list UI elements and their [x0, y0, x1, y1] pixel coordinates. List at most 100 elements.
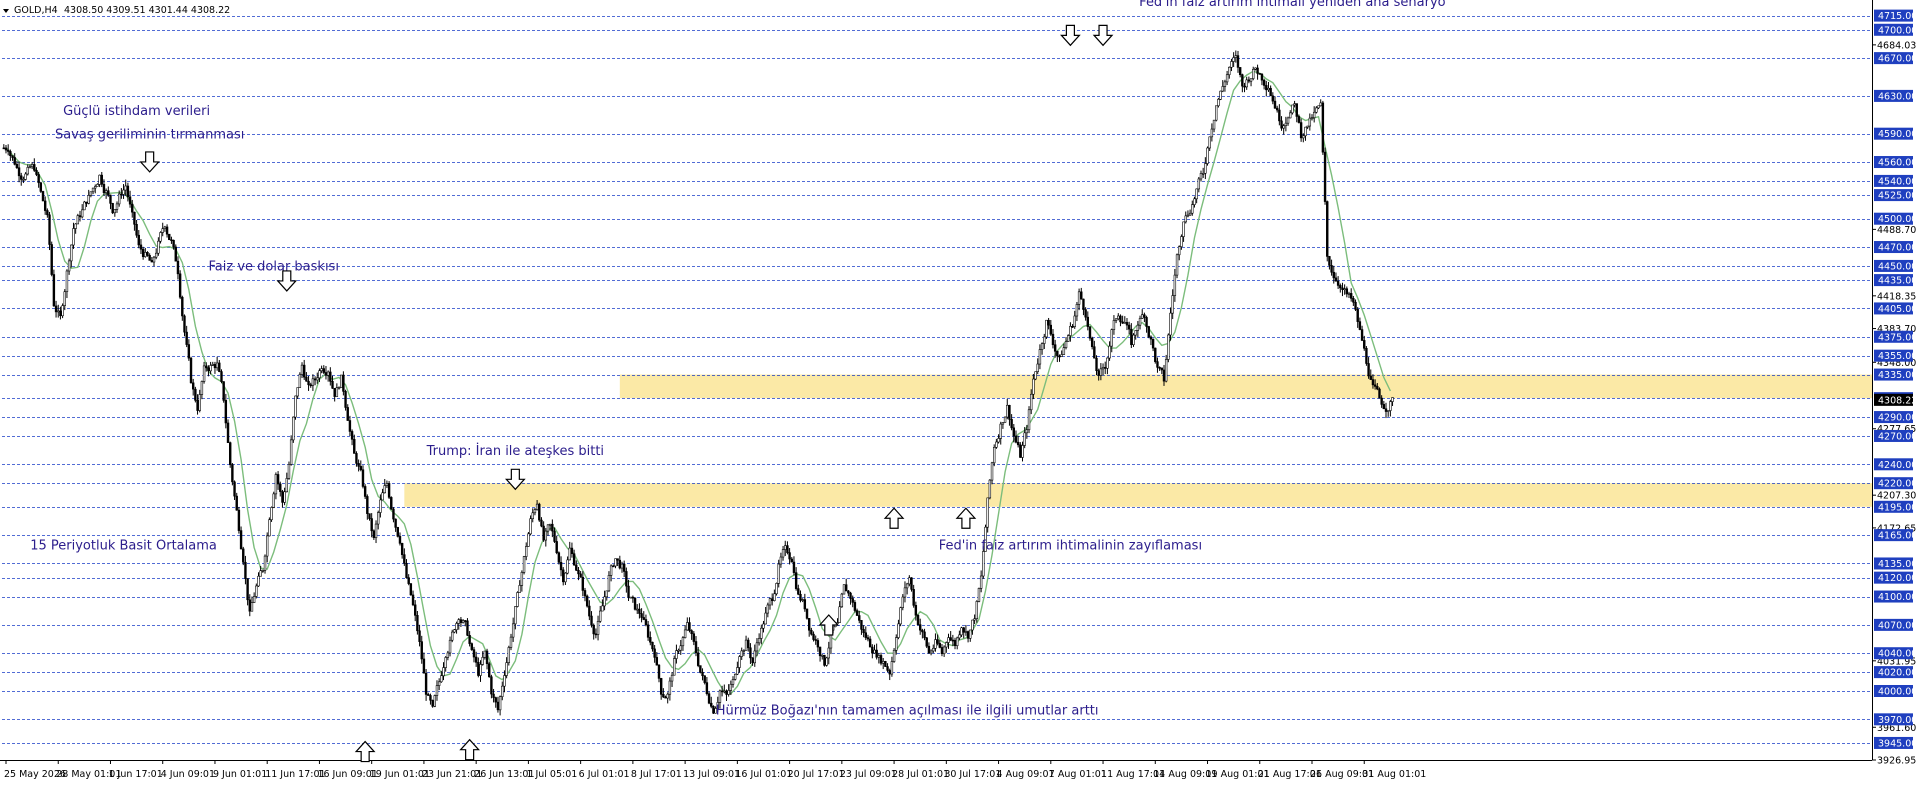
candle-body [823, 654, 826, 666]
price-tag-label: 4000.00 [1878, 686, 1916, 697]
candle [498, 695, 502, 716]
price-tag-label: 4470.00 [1878, 243, 1916, 254]
candle [507, 645, 511, 666]
candle-body [1104, 367, 1107, 369]
candle-body [1241, 74, 1244, 87]
candle [1077, 288, 1081, 311]
candle [966, 630, 970, 643]
candle-body [137, 234, 140, 246]
candle-body [592, 624, 595, 635]
candle-body [194, 388, 197, 401]
candle-body [501, 685, 504, 698]
candle-body [100, 174, 103, 185]
candle [1136, 321, 1140, 337]
candle-body [233, 481, 236, 497]
candle-body [1363, 340, 1366, 349]
time-label: 13 Jul 09:01 [683, 769, 740, 780]
candle [638, 603, 641, 619]
candle-body [1088, 326, 1092, 339]
candle-body [174, 246, 177, 262]
candle [268, 517, 271, 537]
candle-body [466, 620, 469, 636]
candle [557, 551, 561, 565]
candle [1236, 50, 1240, 73]
price-tag-label: 4540.00 [1878, 176, 1916, 187]
candle-body [744, 639, 748, 651]
candle [303, 359, 306, 380]
candle-body [368, 513, 371, 519]
candle-body [429, 695, 432, 701]
candle-body [1030, 393, 1033, 411]
candle-body [83, 201, 86, 211]
dropdown-triangle-icon[interactable] [3, 9, 9, 13]
candle-body [26, 167, 29, 175]
candle-body [912, 589, 915, 606]
price-tag-label: 4590.00 [1878, 129, 1916, 140]
candle-body [126, 185, 130, 198]
candle-body [340, 374, 343, 388]
candle-body [78, 215, 82, 218]
candle-body [646, 624, 650, 638]
candle-body [1317, 105, 1320, 109]
price-tag-label: 4240.00 [1878, 460, 1916, 471]
candle-body [690, 630, 693, 635]
candle-body [903, 587, 907, 598]
candle-body [1027, 409, 1031, 431]
candle-body [577, 569, 580, 575]
candle-body [1180, 236, 1183, 247]
candle-body [1306, 125, 1309, 128]
candle [618, 555, 622, 570]
candle-body [936, 639, 939, 644]
candle [707, 691, 711, 705]
support-resistance-zone [619, 374, 1872, 399]
candle [559, 556, 563, 577]
candle [331, 375, 334, 389]
candle-body [1197, 178, 1201, 190]
time-label: 7 Aug 01:01 [1049, 769, 1107, 780]
candle [792, 556, 796, 576]
price-tag-label: 4450.00 [1878, 261, 1916, 272]
candle-body [170, 239, 173, 241]
candle [886, 663, 889, 673]
candle [1363, 335, 1366, 351]
candle-body [200, 381, 204, 395]
candle-body [1201, 173, 1205, 175]
candle-body [474, 656, 478, 663]
candle-body [659, 678, 663, 695]
candle [1384, 402, 1388, 419]
candle-body [146, 252, 149, 256]
candle-body [975, 601, 978, 619]
price-tag-label: 4500.00 [1878, 214, 1916, 225]
candle [461, 619, 465, 624]
candle [699, 665, 702, 674]
candle-body [568, 547, 571, 561]
candle [1382, 400, 1386, 410]
candle-body [1295, 103, 1298, 117]
candle [616, 558, 619, 567]
candle [392, 507, 395, 523]
arrow-up-icon [883, 507, 905, 529]
candle [416, 610, 419, 635]
candle [455, 621, 458, 634]
candle-body [268, 519, 271, 537]
candle-body [150, 260, 154, 263]
candle-body [294, 395, 297, 418]
candle [411, 590, 415, 607]
candle [681, 636, 685, 651]
candle [738, 655, 741, 673]
candle-body [400, 543, 404, 555]
candle-body [80, 209, 84, 218]
chart-canvas: Güçlü istihdam verileri Savaş geriliminin… [0, 0, 1916, 780]
candle-body [9, 151, 12, 157]
candle [1343, 284, 1346, 295]
candle-body [333, 387, 336, 397]
candle-body [792, 561, 796, 573]
candle [1243, 82, 1246, 93]
candle-body [492, 693, 495, 698]
candle [1145, 315, 1148, 333]
candle-body [48, 214, 51, 245]
candle-body [1378, 388, 1381, 399]
price-tag-label: 4270.00 [1878, 431, 1916, 442]
candle [1086, 311, 1090, 331]
candle [1119, 314, 1122, 327]
